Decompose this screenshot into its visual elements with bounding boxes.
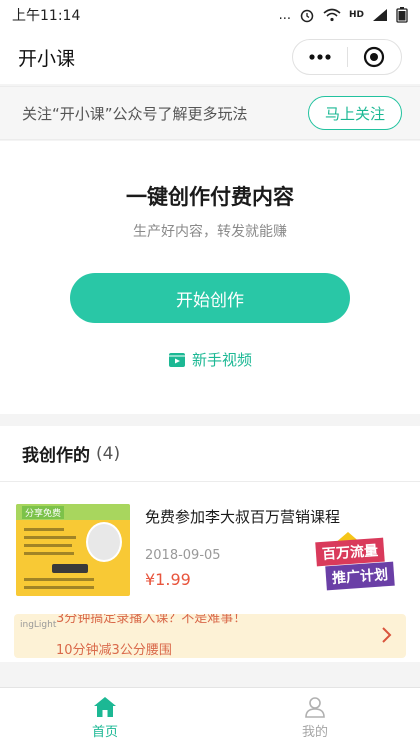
status-icons: ... HD (279, 7, 408, 23)
tab-bar: 首页 我的 (0, 687, 420, 747)
home-icon (94, 696, 116, 717)
thumbnail-line (24, 536, 76, 539)
banner-line1: 3分钟搞定录播入课？不是难事！ (56, 614, 247, 626)
thumbnail-line (24, 528, 64, 531)
page-title: 开小课 (18, 47, 76, 70)
status-time: 上午11:14 (12, 8, 81, 24)
thumbnail-line (24, 586, 94, 589)
network-label: HD (348, 10, 364, 20)
my-created-section: 我创作的 (4) 分享免费 免费参加李大叔百万营销课程 2018-09-05 ¥… (0, 426, 420, 662)
course-title: 免费参加李大叔百万营销课程 (145, 508, 341, 526)
follow-banner: 关注“开小课”公众号了解更多玩法 马上关注 (0, 86, 420, 140)
follow-button[interactable]: 马上关注 (308, 96, 402, 130)
badge-line2: 推广计划 (325, 561, 395, 591)
status-dots: ... (278, 7, 291, 23)
close-button[interactable] (348, 40, 402, 74)
target-icon (364, 46, 385, 68)
course-thumbnail: 分享免费 (16, 504, 130, 596)
nav-bar: 开小课 (0, 30, 420, 84)
battery-icon (396, 7, 408, 23)
tutorial-video-link[interactable]: 新手视频 (0, 349, 420, 370)
chevron-right-icon (380, 626, 392, 648)
banner-line2: 10分钟减3公分腰围 (56, 643, 172, 658)
more-dots-icon (309, 54, 331, 60)
user-icon (305, 696, 325, 718)
course-price: ¥1.99 (145, 570, 191, 589)
course-item[interactable]: 分享免费 免费参加李大叔百万营销课程 2018-09-05 ¥1.99 百万流量… (0, 500, 420, 596)
more-button[interactable] (293, 40, 347, 74)
thumbnail-avatar (86, 522, 122, 562)
signal-icon (372, 8, 388, 22)
thumbnail-button (52, 564, 88, 573)
tab-profile[interactable]: 我的 (210, 688, 420, 747)
wifi-icon (323, 8, 341, 22)
status-bar: 上午11:14 ... HD (0, 0, 420, 30)
tab-profile-label: 我的 (301, 724, 328, 740)
create-section: 一键创作付费内容 生产好内容，转发就能赚 开始创作 新手视频 (0, 141, 420, 414)
alarm-icon (299, 7, 315, 23)
follow-text: 关注“开小课”公众号了解更多玩法 (22, 104, 248, 123)
video-icon (168, 352, 185, 367)
menu-capsule (292, 39, 402, 75)
hero-title: 一键创作付费内容 (126, 185, 294, 209)
tutorial-label: 新手视频 (191, 351, 252, 369)
thumbnail-line (24, 578, 94, 581)
tab-home-label: 首页 (91, 724, 118, 740)
tab-home[interactable]: 首页 (0, 688, 210, 747)
section-header: 我创作的 (4) (0, 426, 420, 482)
section-count: (4) (96, 443, 121, 464)
start-create-button[interactable]: 开始创作 (70, 273, 350, 323)
banner-logo: ingLight (20, 620, 57, 630)
hero-subtitle: 生产好内容，转发就能赚 (133, 224, 287, 240)
promo-badge: 百万流量 推广计划 (312, 532, 408, 592)
section-title: 我创作的 (22, 446, 90, 466)
promo-banner[interactable]: ingLight 3分钟搞定录播入课？不是难事！ 10分钟减3公分腰围 (14, 614, 406, 658)
thumbnail-line (24, 552, 74, 555)
thumbnail-label: 分享免费 (22, 506, 65, 519)
course-date: 2018-09-05 (145, 548, 221, 563)
thumbnail-line (24, 544, 72, 547)
